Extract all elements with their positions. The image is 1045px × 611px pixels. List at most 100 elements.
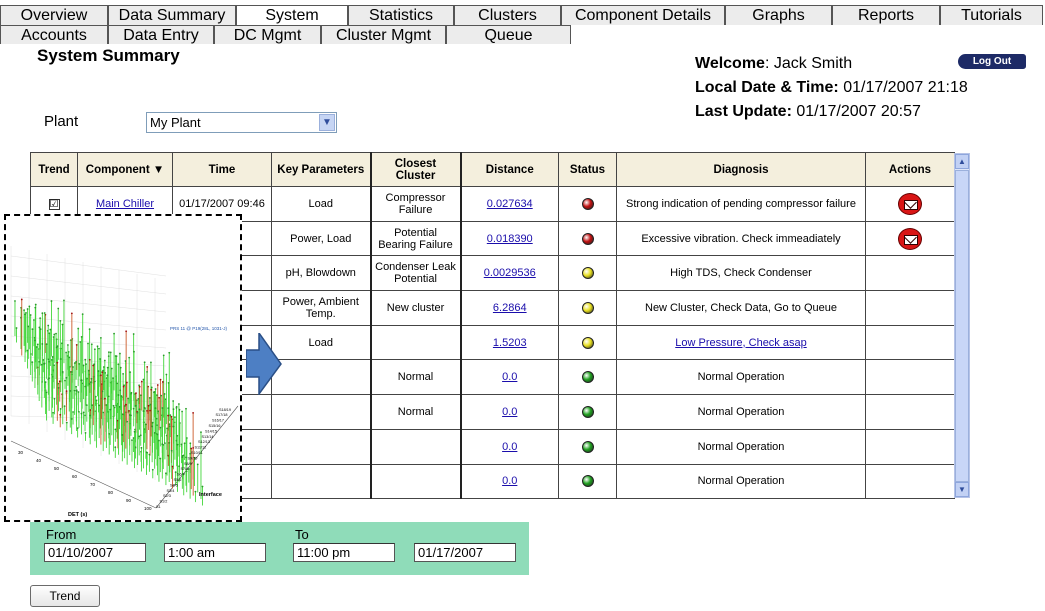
diagnosis-cell: Excessive vibration. Check immeadiately [616, 220, 866, 257]
tab-cluster-mgmt[interactable]: Cluster Mgmt [321, 25, 446, 44]
plot-spike-tip [73, 389, 76, 392]
plot-spike-tip [168, 351, 171, 354]
distance-cell: 0.0 [460, 463, 559, 500]
plot-spike-tip [25, 311, 27, 314]
plot-spike-tip [117, 363, 120, 366]
distance-link[interactable]: 0.0 [502, 475, 517, 487]
plot-spike-tip [70, 371, 73, 373]
table-scrollbar[interactable]: ▲ ▼ [954, 153, 970, 498]
plot-spike-tip [72, 366, 74, 368]
tab-graphs[interactable]: Graphs [725, 5, 832, 25]
plot-spike-tip [87, 369, 90, 372]
plot-spike-tip [53, 333, 56, 336]
scroll-up-icon[interactable]: ▲ [955, 154, 969, 169]
plot-z-tick: S3/4 [167, 489, 175, 493]
distance-link[interactable]: 0.0 [502, 406, 517, 418]
plot-spike-tip [185, 407, 187, 410]
plot-z-axis-label: Interface [199, 492, 222, 498]
plot-spike-tip [88, 383, 91, 385]
plot-spike-tip [26, 349, 29, 352]
plot-z-tick: S15/16 [209, 424, 221, 428]
plot-spike-tip [57, 386, 60, 389]
plot-spike-tip [59, 407, 62, 410]
distance-link[interactable]: 6.2864 [493, 302, 527, 314]
plot-spike-tip [146, 409, 148, 412]
header-time: Time [172, 152, 272, 187]
plot-spike-tip [150, 388, 153, 391]
actions-cell [865, 394, 955, 430]
plot-spike-tip [99, 336, 102, 339]
distance-link[interactable]: 0.018390 [487, 233, 533, 245]
plot-spike-tip [63, 299, 65, 302]
distance-cell: 1.5203 [460, 324, 559, 361]
plot-spike-tip [142, 410, 145, 412]
plot-spike-tip [122, 372, 125, 375]
logout-button[interactable]: Log Out [958, 54, 1026, 69]
tab-system[interactable]: System [236, 5, 348, 25]
plot-z-tick: S8/9 [184, 462, 192, 466]
tab-dc-mgmt[interactable]: DC Mgmt [214, 25, 321, 44]
scroll-down-icon[interactable]: ▼ [955, 482, 969, 497]
plot-spike-tip [106, 366, 109, 369]
tab-component-details[interactable]: Component Details [561, 5, 725, 25]
tab-tutorials[interactable]: Tutorials [940, 5, 1043, 25]
from-date-input[interactable]: 01/10/2007 [44, 543, 146, 562]
tab-statistics[interactable]: Statistics [348, 5, 454, 25]
plant-select[interactable]: My Plant ▼ [146, 112, 337, 133]
status-green-icon [581, 475, 594, 488]
tab-data-entry[interactable]: Data Entry [108, 25, 214, 44]
to-date-input[interactable]: 01/17/2007 [414, 543, 516, 562]
plot-x-tick: 80 [108, 490, 114, 495]
tab-data-summary[interactable]: Data Summary [108, 5, 236, 25]
to-time-input[interactable]: 11:00 pm [293, 543, 395, 562]
header-actions: Actions [865, 152, 955, 187]
component-link[interactable]: Main Chiller [96, 198, 154, 210]
plot-spike-tip [73, 362, 76, 364]
email-alert-icon[interactable] [898, 227, 922, 250]
tab-clusters[interactable]: Clusters [454, 5, 561, 25]
plot-spike-tip [183, 442, 186, 445]
distance-link[interactable]: 0.027634 [487, 198, 533, 210]
plot-spike-tip [176, 434, 179, 437]
table-header-row: Trend Component ▼ Time Key Parameters Cl… [30, 152, 955, 187]
distance-link[interactable]: 0.0 [502, 441, 517, 453]
plot-spike-tip [29, 314, 32, 316]
status-cell [558, 394, 617, 430]
tab-overview[interactable]: Overview [0, 5, 108, 25]
plot-z-tick: S16/17 [212, 419, 224, 423]
distance-link[interactable]: 0.0029536 [484, 267, 536, 279]
distance-link[interactable]: 0.0 [502, 371, 517, 383]
plot-spike-tip [174, 416, 176, 419]
tab-accounts[interactable]: Accounts [0, 25, 108, 44]
plot-z-tick: S13/14 [202, 435, 214, 439]
plot-spike-tip [190, 447, 193, 450]
scroll-thumb[interactable] [955, 170, 969, 482]
plot-spike-tip [148, 397, 151, 399]
plot-x-tick: 100 [144, 506, 152, 511]
tab-reports[interactable]: Reports [832, 5, 940, 25]
distance-link[interactable]: 1.5203 [493, 337, 527, 349]
header-distance: Distance [460, 152, 559, 187]
tab-queue[interactable]: Queue [446, 25, 571, 44]
plot-spike-tip [126, 420, 129, 423]
plot-spike-tip [133, 350, 135, 353]
header-component[interactable]: Component ▼ [77, 152, 173, 187]
plot-spike-tip [138, 385, 141, 388]
key-parameters-cell: pH, Blowdown [271, 255, 371, 292]
plot-z-tick: S9/10 [188, 456, 198, 460]
plot-spike-tip [175, 406, 178, 409]
plot-spike-tip [155, 394, 158, 397]
chevron-down-icon[interactable]: ▼ [319, 114, 335, 131]
plot-spike-tip [91, 404, 94, 407]
plot-spike-tip [61, 370, 64, 373]
from-time-input[interactable]: 1:00 am [164, 543, 266, 562]
plot-spike-tip [125, 381, 128, 384]
trend-checkbox[interactable]: ☑ [48, 198, 60, 210]
plot-spike-tip [131, 439, 133, 442]
plot-spike-tip [75, 360, 78, 363]
plot-spike-tip [143, 361, 146, 364]
trend-button[interactable]: Trend [30, 585, 100, 607]
plot-spike-tip [113, 406, 116, 409]
diagnosis-link[interactable]: Low Pressure, Check asap [675, 337, 806, 349]
email-alert-icon[interactable] [898, 192, 922, 215]
